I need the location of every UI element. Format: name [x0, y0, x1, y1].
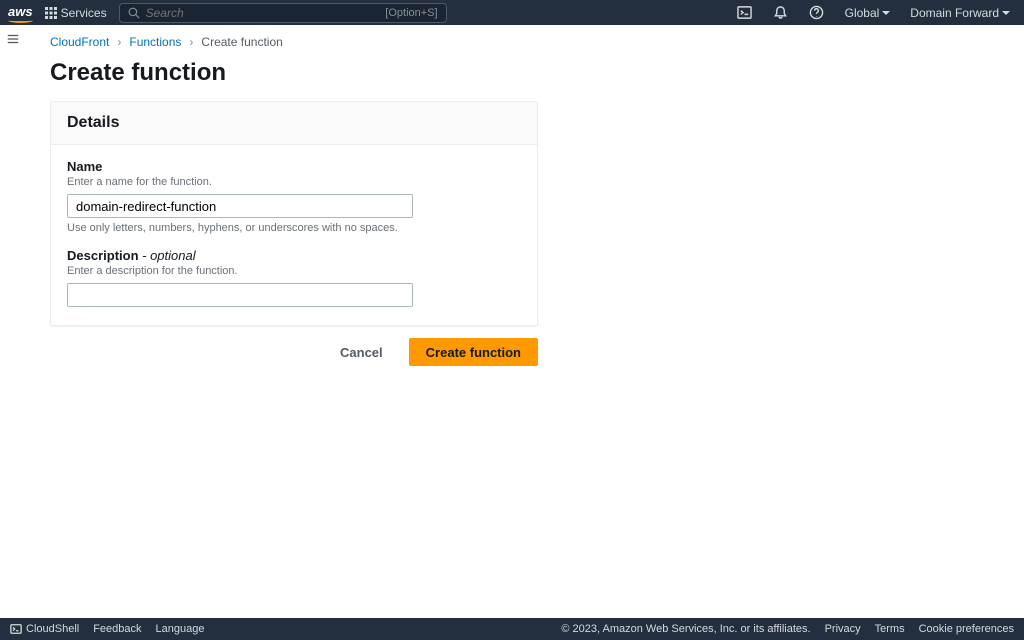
region-selector[interactable]: Global	[845, 6, 891, 20]
top-nav: aws Services [Option+S] Global Domain Fo…	[0, 0, 1024, 25]
breadcrumb-functions[interactable]: Functions	[129, 35, 181, 49]
search-icon	[128, 7, 140, 19]
breadcrumb: CloudFront › Functions › Create function	[50, 35, 1004, 49]
details-panel: Details Name Enter a name for the functi…	[50, 101, 538, 326]
caret-down-icon	[1002, 11, 1010, 15]
main-content: CloudFront › Functions › Create function…	[0, 25, 1024, 386]
privacy-link[interactable]: Privacy	[825, 623, 861, 635]
description-description: Enter a description for the function.	[67, 265, 521, 277]
notifications-icon[interactable]	[773, 5, 789, 21]
cancel-button[interactable]: Cancel	[324, 338, 399, 366]
name-description: Enter a name for the function.	[67, 176, 521, 188]
name-hint: Use only letters, numbers, hyphens, or u…	[67, 222, 521, 234]
grid-icon	[45, 7, 57, 19]
search-shortcut-hint: [Option+S]	[385, 7, 437, 19]
global-search[interactable]: [Option+S]	[119, 3, 447, 23]
field-description: Description - optional Enter a descripti…	[67, 248, 521, 307]
breadcrumb-cloudfront[interactable]: CloudFront	[50, 35, 109, 49]
description-input[interactable]	[67, 283, 413, 307]
chevron-right-icon: ›	[117, 35, 121, 49]
field-name: Name Enter a name for the function. Use …	[67, 159, 521, 234]
name-label: Name	[67, 159, 521, 174]
services-label: Services	[61, 6, 107, 20]
copyright-text: © 2023, Amazon Web Services, Inc. or its…	[561, 623, 810, 635]
name-input[interactable]	[67, 194, 413, 218]
aws-logo[interactable]: aws	[8, 4, 33, 22]
breadcrumb-current: Create function	[201, 35, 282, 49]
terms-link[interactable]: Terms	[875, 623, 905, 635]
account-menu[interactable]: Domain Forward	[910, 6, 1010, 20]
terminal-icon	[10, 623, 22, 635]
side-nav-toggle[interactable]	[6, 32, 20, 49]
search-input[interactable]	[140, 6, 386, 20]
form-actions: Cancel Create function	[50, 338, 538, 366]
description-label: Description - optional	[67, 248, 521, 263]
services-menu[interactable]: Services	[41, 4, 111, 22]
cookie-preferences-link[interactable]: Cookie preferences	[919, 623, 1014, 635]
caret-down-icon	[882, 11, 890, 15]
chevron-right-icon: ›	[189, 35, 193, 49]
cloudshell-icon[interactable]	[737, 5, 753, 21]
language-link[interactable]: Language	[156, 623, 205, 635]
help-icon[interactable]	[809, 5, 825, 21]
footer: CloudShell Feedback Language © 2023, Ama…	[0, 618, 1024, 640]
panel-header: Details	[51, 102, 537, 145]
cloudshell-button[interactable]: CloudShell	[10, 623, 79, 635]
page-title: Create function	[50, 59, 1004, 87]
create-function-button[interactable]: Create function	[409, 338, 538, 366]
feedback-link[interactable]: Feedback	[93, 623, 141, 635]
